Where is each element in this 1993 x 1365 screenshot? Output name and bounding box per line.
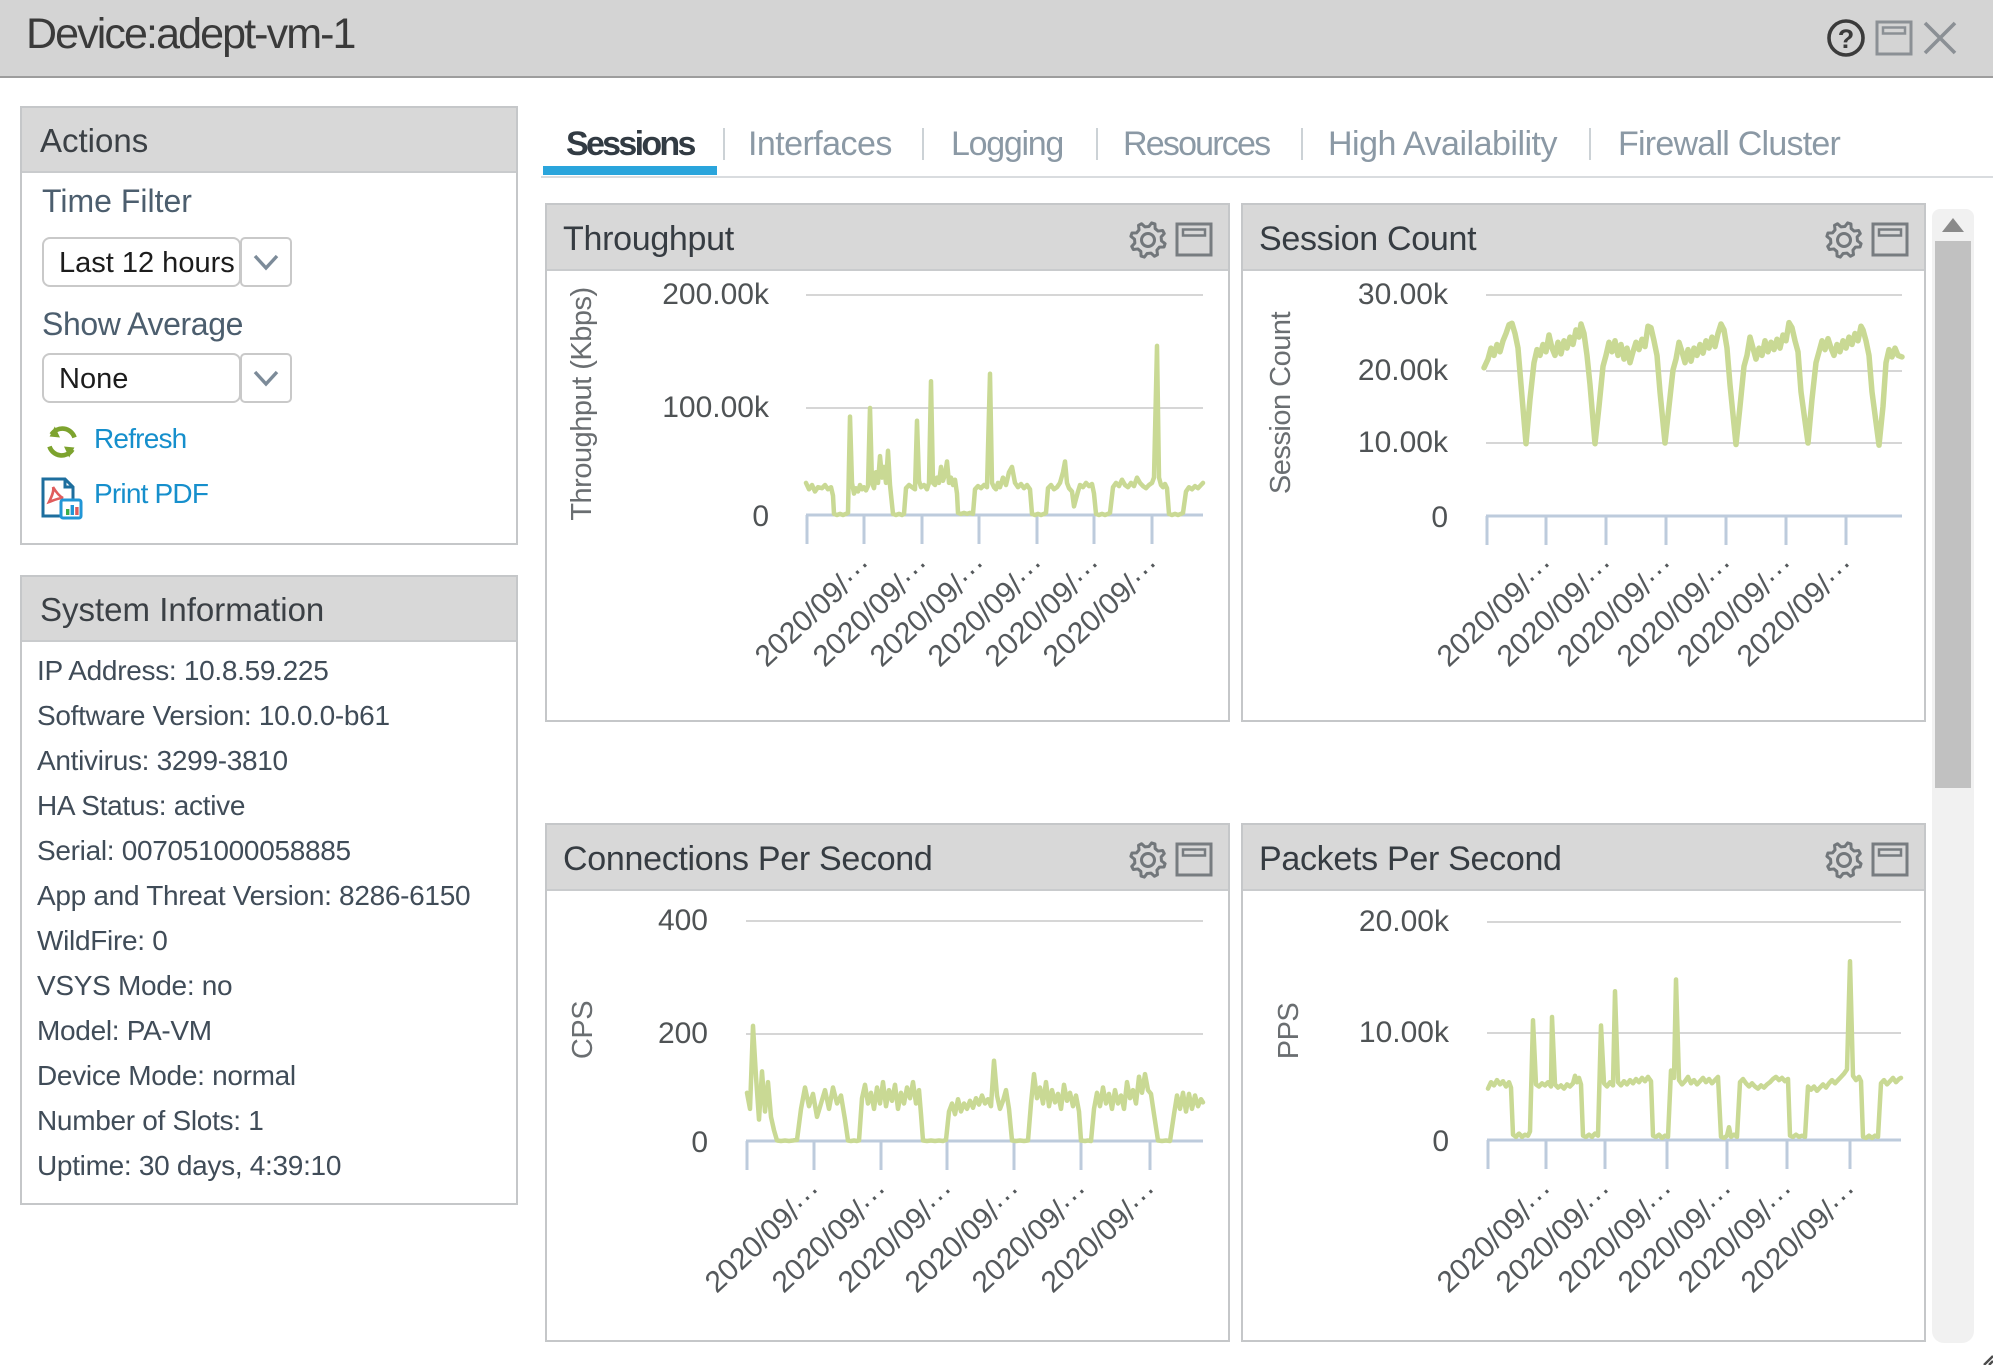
svg-text:Session Count: Session Count	[1265, 312, 1297, 495]
svg-text:0: 0	[691, 1126, 708, 1159]
svg-text:0: 0	[752, 500, 769, 533]
svg-text:Throughput (Kbps): Throughput (Kbps)	[566, 287, 598, 520]
svg-text:20.00k: 20.00k	[1359, 905, 1450, 938]
svg-text:200: 200	[658, 1017, 708, 1050]
svg-text:100.00k: 100.00k	[662, 391, 770, 424]
svg-text:?: ?	[1838, 24, 1855, 54]
svg-text:30.00k: 30.00k	[1358, 278, 1449, 311]
svg-text:CPS: CPS	[567, 1001, 599, 1059]
svg-text:20.00k: 20.00k	[1358, 354, 1449, 387]
svg-text:10.00k: 10.00k	[1358, 426, 1449, 459]
svg-text:0: 0	[1431, 501, 1448, 534]
svg-text:10.00k: 10.00k	[1359, 1016, 1450, 1049]
svg-text:PPS: PPS	[1273, 1003, 1305, 1060]
svg-text:200.00k: 200.00k	[662, 278, 770, 311]
svg-text:0: 0	[1432, 1125, 1449, 1158]
svg-text:400: 400	[658, 904, 708, 937]
